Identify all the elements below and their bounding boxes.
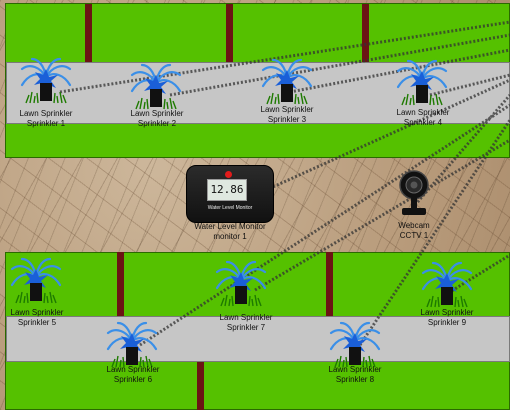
wire [169, 33, 510, 97]
sprinkler-label: Lawn Sprinkler Sprinkler 3 [232, 105, 342, 125]
sprinkler-label-line2: Sprinkler 2 [137, 119, 177, 128]
sprinkler-label-line1: Lawn Sprinkler [396, 108, 450, 117]
webcam-label: Webcam CCTV 1 [359, 221, 469, 241]
sprinkler-label-line1: Lawn Sprinkler [260, 105, 314, 114]
monitor-label: Water Level Monitor monitor 1 [175, 222, 285, 242]
webcam[interactable] [398, 170, 430, 216]
sprinkler-label-line2: Sprinkler 5 [17, 318, 57, 327]
water-monitor-icon[interactable]: 12.86 Water Level Monitor [186, 165, 274, 223]
sprinkler-label-line1: Lawn Sprinkler [130, 109, 184, 118]
sprinkler-label-line2: Sprinkler 6 [113, 375, 153, 384]
sprinkler-label: Lawn Sprinkler Sprinkler 4 [368, 108, 478, 128]
sprinkler-label-line1: Lawn Sprinkler [10, 308, 64, 317]
sprinkler-label: Lawn Sprinkler Sprinkler 1 [0, 109, 101, 129]
sprinkler-label: Lawn Sprinkler Sprinkler 5 [0, 308, 92, 328]
sprinkler-label-line2: Sprinkler 1 [26, 119, 66, 128]
monitor-label-line2: monitor 1 [213, 232, 247, 241]
status-led [225, 171, 232, 178]
sprinkler-label-line2: Sprinkler 8 [335, 375, 375, 384]
webcam-label-line1: Webcam [398, 221, 430, 230]
sprinkler-label: Lawn Sprinkler Sprinkler 7 [191, 313, 301, 333]
canvas: Lawn Sprinkler Sprinkler 1 Lawn Sprinkler… [0, 0, 510, 410]
sprinkler-label-line2: Sprinkler 3 [267, 115, 307, 124]
sprinkler-label-line2: Sprinkler 9 [427, 318, 467, 327]
sprinkler-label-line1: Lawn Sprinkler [328, 365, 382, 374]
sprinkler-label-line1: Lawn Sprinkler [420, 308, 474, 317]
sprinkler-icon[interactable] [16, 55, 76, 115]
sprinkler-label: Lawn Sprinkler Sprinkler 2 [102, 109, 212, 129]
sprinkler-label: Lawn Sprinkler Sprinkler 9 [392, 308, 502, 328]
monitor-device-caption: Water Level Monitor [207, 205, 253, 211]
sprinkler-label: Lawn Sprinkler Sprinkler 8 [300, 365, 410, 385]
sprinkler-label: Lawn Sprinkler Sprinkler 6 [78, 365, 188, 385]
sprinkler-label-line2: Sprinkler 4 [403, 118, 443, 127]
webcam-label-line2: CCTV 1 [399, 231, 429, 240]
sprinkler-label-line1: Lawn Sprinkler [19, 109, 73, 118]
sprinkler-label-line2: Sprinkler 7 [226, 323, 266, 332]
sprinkler-label-line1: Lawn Sprinkler [219, 313, 273, 322]
sprinkler-icon[interactable] [211, 258, 271, 318]
monitor-display: 12.86 [207, 179, 247, 201]
sprinkler-icon[interactable] [6, 255, 66, 315]
monitor-label-line1: Water Level Monitor [194, 222, 266, 231]
sprinkler-label-line1: Lawn Sprinkler [106, 365, 160, 374]
